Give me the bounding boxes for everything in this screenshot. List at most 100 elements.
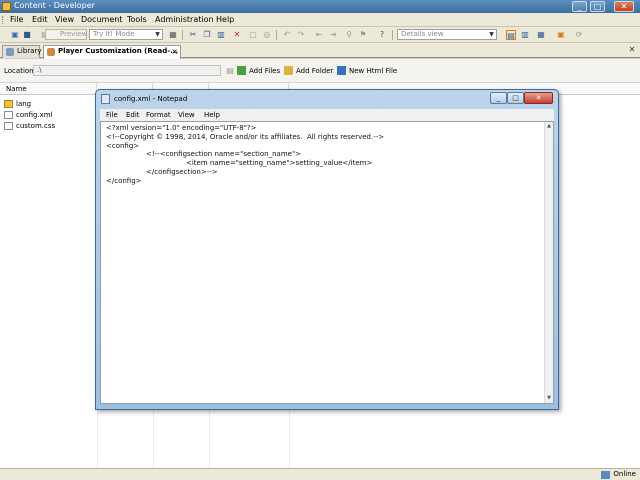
maximize-button[interactable]: □ [590,1,605,12]
delete-icon[interactable]: ✕ [232,30,242,40]
view-select-value: Details view [401,30,444,38]
scroll-down-icon[interactable]: ▼ [545,394,553,403]
tab-library-label: Library [17,47,42,55]
folder-icon [4,100,13,108]
toolbar-separator [182,30,183,40]
notepad-menu-bar: File Edit Format View Help [100,109,554,121]
notepad-menu-edit[interactable]: Edit [126,111,140,119]
column-header-name[interactable]: Name [0,83,97,95]
menu-edit[interactable]: Edit [32,15,48,24]
vertical-scrollbar[interactable]: ▲ ▼ [544,122,553,403]
add-folder-button[interactable]: Add Folder [284,65,333,77]
add-folder-label: Add Folder [296,67,334,75]
add-folder-icon [284,66,293,75]
tab-player-customization-label: Player Customization (Read-... [58,47,179,55]
location-label: Location: [4,67,36,75]
menu-tools[interactable]: Tools [127,15,147,24]
indent-icon[interactable]: ⇥ [328,30,338,40]
link-icon[interactable]: ▢ [248,30,258,40]
file-row-custom-css[interactable]: custom.css [4,121,55,131]
details-view-icon[interactable]: ▤ [506,30,516,40]
menu-grip [2,16,4,24]
app-title: Content - Developer [14,1,95,10]
tab-library[interactable]: Library [2,45,42,58]
replace-icon[interactable]: ⚑ [358,30,368,40]
view-select[interactable]: Details view ▼ [397,29,497,40]
columns-view-icon[interactable]: ▦ [536,30,546,40]
menu-help[interactable]: Help [216,15,234,24]
add-files-icon [237,66,246,75]
outdent-icon[interactable]: ⇤ [314,30,324,40]
text-line: </config> [106,177,142,185]
help-icon[interactable]: ? [377,30,387,40]
publish-icon[interactable]: ▣ [556,30,566,40]
close-tab-icon[interactable]: × [171,46,178,57]
online-status: Online [601,470,636,479]
file-row-config-xml[interactable]: config.xml [4,110,53,120]
open-icon[interactable]: ▣ [10,30,20,40]
menu-administration[interactable]: Administration [155,15,214,24]
menu-document[interactable]: Document [81,15,122,24]
unlink-icon[interactable]: ◎ [262,30,272,40]
file-name: lang [16,100,32,108]
find-icon[interactable]: ⚲ [344,30,354,40]
notepad-icon [101,94,110,104]
network-icon [601,471,611,479]
css-file-icon [4,122,13,130]
notepad-menu-help[interactable]: Help [204,111,220,119]
location-bar: Location: .\ ▤ Add Files Add Folder New … [0,59,640,83]
file-name: config.xml [16,111,53,119]
mode-select[interactable]: Try It! Mode ▼ [89,29,163,40]
column-header-name-label: Name [6,85,27,93]
chevron-down-icon: ▼ [489,31,494,38]
copy-icon[interactable]: ❐ [202,30,212,40]
library-icon [6,48,14,56]
menu-view[interactable]: View [55,15,74,24]
paste-icon[interactable]: ▥ [216,30,226,40]
text-line: <item name="setting_name">setting_value<… [186,159,373,167]
notepad-minimize-button[interactable]: _ [490,92,507,104]
menu-file[interactable]: File [10,15,23,24]
notepad-window[interactable]: config.xml - Notepad _ □ ✕ File Edit For… [95,89,559,410]
tab-player-customization[interactable]: Player Customization (Read-... × [43,45,181,59]
redo-icon[interactable]: ↷ [296,30,306,40]
notepad-menu-file[interactable]: File [106,111,118,119]
location-input[interactable]: .\ [33,65,221,76]
chevron-down-icon: ▼ [155,31,160,38]
scroll-up-icon[interactable]: ▲ [545,122,553,131]
preview-button[interactable]: Preview [45,29,87,40]
notepad-text-area[interactable]: <?xml version="1.0" encoding="UTF-8"?> <… [100,121,554,404]
new-html-file-button[interactable]: New Html File [337,65,397,77]
file-row-lang[interactable]: lang [4,99,31,109]
new-html-file-icon [337,66,346,75]
app-title-bar[interactable]: Content - Developer _ □ ✕ [0,0,640,13]
minimize-button[interactable]: _ [572,1,587,12]
notepad-menu-view[interactable]: View [178,111,195,119]
menu-bar: File Edit View Document Tools Administra… [0,13,640,27]
split-view-icon[interactable]: ▥ [520,30,530,40]
online-label: Online [613,470,636,478]
notepad-title-bar[interactable]: config.xml - Notepad _ □ ✕ [96,90,558,108]
close-button[interactable]: ✕ [614,1,634,12]
text-line: <?xml version="1.0" encoding="UTF-8"?> [106,124,257,132]
properties-icon[interactable]: ▦ [168,30,178,40]
text-line: </configsection>--> [146,168,218,176]
undo-icon[interactable]: ↶ [282,30,292,40]
notepad-title: config.xml - Notepad [114,95,188,103]
new-html-file-label: New Html File [349,67,398,75]
notepad-maximize-button[interactable]: □ [507,92,524,104]
text-line: <!--<configsection name="section_name"> [146,150,302,158]
close-document-icon[interactable]: ✕ [627,45,637,55]
status-bar: Online [0,468,640,480]
text-line: <config> [106,142,140,150]
cut-icon[interactable]: ✂ [188,30,198,40]
notepad-menu-format[interactable]: Format [146,111,171,119]
main-toolbar: ▣ ■ ▤ Preview Try It! Mode ▼ ▦ ✂ ❐ ▥ ✕ ▢… [0,27,640,43]
xml-file-icon [4,111,13,119]
toolbar-separator [276,30,277,40]
sync-icon[interactable]: ⟳ [574,30,584,40]
add-files-button[interactable]: Add Files [237,65,280,77]
notepad-close-button[interactable]: ✕ [524,92,553,104]
up-folder-icon[interactable]: ▤ [225,66,235,76]
save-icon[interactable]: ■ [22,30,32,40]
